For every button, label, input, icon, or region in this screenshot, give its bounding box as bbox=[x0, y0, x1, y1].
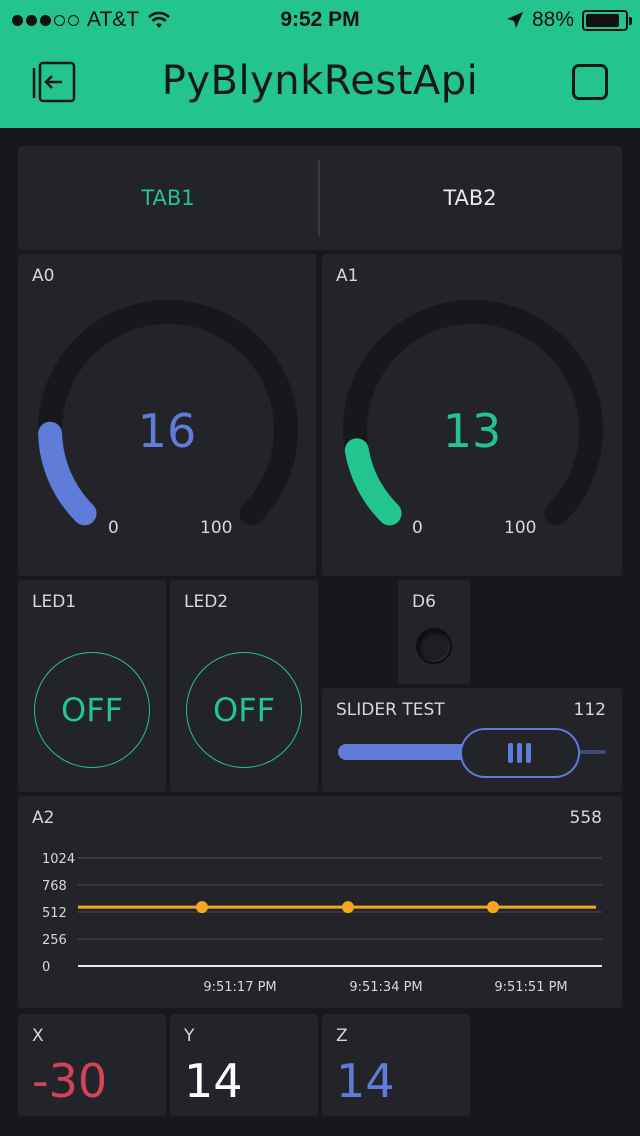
button-label: LED1 bbox=[32, 592, 77, 612]
y-tick-label: 1024 bbox=[42, 852, 75, 867]
gauge-value: 13 bbox=[442, 404, 502, 458]
value-widget-x: X -30 bbox=[18, 1014, 166, 1116]
chart-widget-a2[interactable]: A2 558 1024 768 512 256 0 9:51:17 PM 9:51:34 P… bbox=[18, 796, 622, 1008]
slider-value: 112 bbox=[573, 700, 606, 720]
value-widget-y: Y 14 bbox=[170, 1014, 318, 1116]
data-point bbox=[342, 901, 354, 914]
y-tick-label: 0 bbox=[42, 960, 50, 975]
x-tick-label: 9:51:51 PM bbox=[494, 980, 567, 995]
slider-fill bbox=[338, 744, 470, 760]
stop-icon[interactable] bbox=[572, 64, 608, 100]
tab-2[interactable]: TAB2 bbox=[320, 146, 620, 250]
value-label: X bbox=[32, 1026, 44, 1046]
button-label: LED2 bbox=[184, 592, 229, 612]
value-display: 14 bbox=[184, 1054, 243, 1108]
tabs-widget: TAB1 TAB2 bbox=[18, 146, 622, 250]
y-tick-label: 256 bbox=[42, 933, 67, 948]
data-point bbox=[487, 901, 499, 914]
value-label: Y bbox=[184, 1026, 195, 1046]
battery-icon bbox=[582, 9, 632, 31]
data-point bbox=[196, 901, 208, 914]
slider-label: SLIDER TEST bbox=[336, 700, 445, 720]
value-label: Z bbox=[336, 1026, 348, 1046]
button-widget-led1: LED1 OFF bbox=[18, 580, 166, 792]
led-label: D6 bbox=[412, 592, 436, 612]
value-widget-z: Z 14 bbox=[322, 1014, 470, 1116]
nav-bar: PyBlynkRestApi bbox=[0, 40, 640, 128]
gauge-widget-a1[interactable]: A1 13 0 100 bbox=[322, 254, 622, 576]
slider-widget: SLIDER TEST 112 bbox=[322, 688, 622, 792]
gauge-value: 16 bbox=[137, 404, 197, 458]
value-display: -30 bbox=[32, 1054, 108, 1108]
x-tick-label: 9:51:17 PM bbox=[203, 980, 276, 995]
project-title: PyBlynkRestApi bbox=[161, 58, 479, 104]
header-bar: AT&T 9:52 PM 88% PyBlynkRestApi bbox=[0, 0, 640, 128]
location-arrow-icon bbox=[506, 12, 523, 28]
led-widget-d6: D6 bbox=[398, 580, 470, 684]
x-tick-label: 9:51:34 PM bbox=[349, 980, 422, 995]
gauge-max: 100 bbox=[504, 518, 537, 538]
battery-percent: 88% bbox=[531, 8, 574, 31]
gauge-widget-a0[interactable]: A0 16 0 100 bbox=[18, 254, 316, 576]
gauge-min: 0 bbox=[412, 518, 423, 538]
gauge-max: 100 bbox=[200, 518, 233, 538]
line-chart: 1024 768 512 256 0 9:51:17 PM 9:51:34 PM 9:51:5… bbox=[42, 852, 602, 995]
tab-1[interactable]: TAB1 bbox=[18, 146, 318, 250]
button-widget-led2: LED2 OFF bbox=[170, 580, 318, 792]
status-bar: AT&T 9:52 PM 88% bbox=[0, 0, 640, 40]
value-display: 14 bbox=[336, 1054, 395, 1108]
led2-toggle-button[interactable]: OFF bbox=[186, 652, 302, 768]
y-tick-label: 768 bbox=[42, 879, 67, 894]
led1-toggle-button[interactable]: OFF bbox=[34, 652, 150, 768]
slider-thumb[interactable] bbox=[459, 728, 580, 778]
led-indicator bbox=[416, 628, 452, 664]
y-tick-label: 512 bbox=[42, 906, 67, 921]
gauge-min: 0 bbox=[108, 518, 119, 538]
